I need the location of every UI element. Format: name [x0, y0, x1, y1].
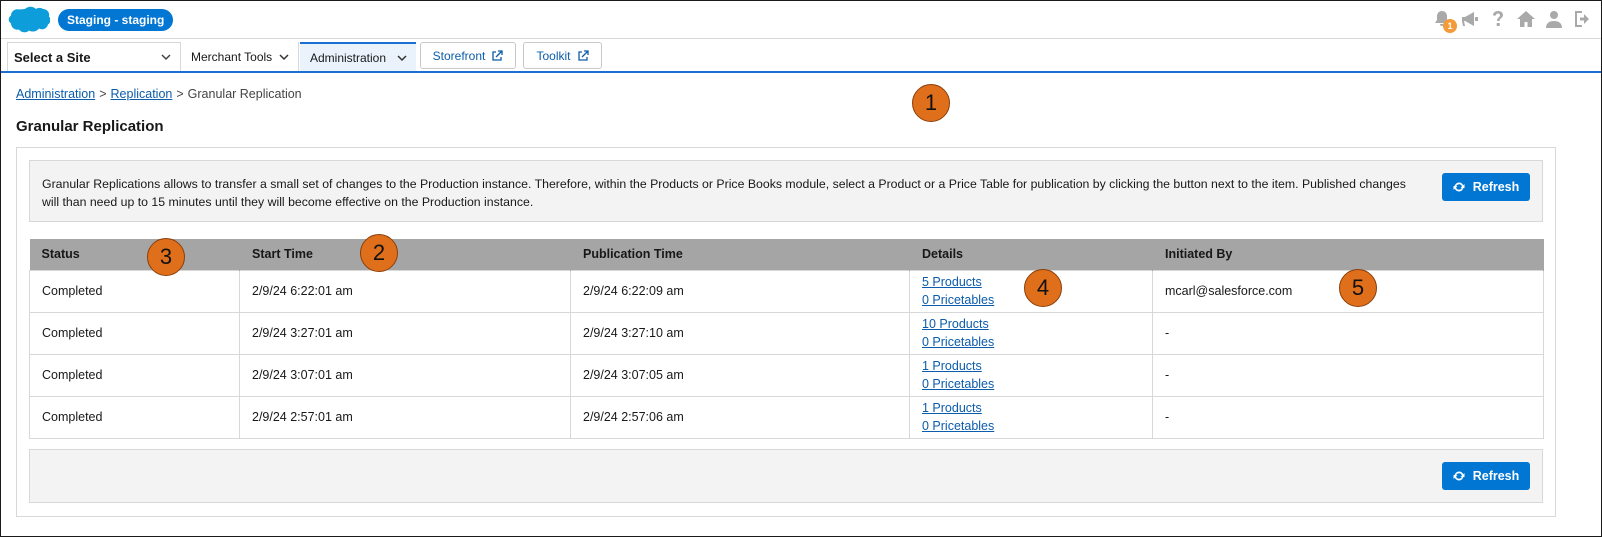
publication-time-cell: 2/9/24 6:22:09 am — [570, 269, 910, 313]
start-time-cell: 2/9/24 2:57:01 am — [239, 395, 571, 439]
toolkit-button[interactable]: Toolkit — [523, 42, 602, 69]
environment-badge[interactable]: Staging - staging — [58, 9, 174, 31]
help-icon[interactable] — [1487, 8, 1509, 30]
refresh-label: Refresh — [1472, 469, 1520, 483]
start-time-cell: 2/9/24 3:07:01 am — [239, 353, 571, 397]
publication-time-cell: 2/9/24 2:57:06 am — [570, 395, 910, 439]
tab-administration[interactable]: Administration — [300, 42, 416, 71]
tab-label: Administration — [310, 50, 387, 65]
start-time-cell: 2/9/24 6:22:01 am — [239, 269, 571, 313]
publication-time-cell: 2/9/24 3:27:10 am — [570, 311, 910, 355]
pricetables-link[interactable]: 0 Pricetables — [922, 333, 1152, 351]
table-row: Completed 2/9/24 6:22:01 am 2/9/24 6:22:… — [29, 269, 1544, 313]
top-bar: Staging - staging 1 — [1, 1, 1601, 39]
refresh-icon — [1453, 471, 1465, 481]
refresh-button-top[interactable]: Refresh — [1442, 173, 1530, 201]
breadcrumb-separator: > — [99, 87, 107, 101]
salesforce-cloud-icon[interactable] — [8, 5, 51, 35]
column-header-status: Status — [29, 239, 240, 270]
user-icon[interactable] — [1543, 8, 1565, 30]
bell-icon[interactable]: 1 — [1431, 8, 1457, 33]
breadcrumb-administration-link[interactable]: Administration — [16, 87, 95, 101]
callout-4: 4 — [1024, 269, 1062, 307]
breadcrumb: Administration > Replication > Granular … — [16, 87, 302, 101]
refresh-button-bottom[interactable]: Refresh — [1442, 462, 1530, 490]
external-link-icon — [577, 49, 589, 61]
site-select-label: Select a Site — [14, 49, 91, 65]
site-select-dropdown[interactable]: Select a Site — [7, 42, 181, 71]
column-header-initiated-by: Initiated By — [1152, 239, 1544, 270]
replication-panel: Granular Replications allows to transfer… — [16, 147, 1556, 517]
pricetables-link[interactable]: 0 Pricetables — [922, 417, 1152, 435]
initiated-by-cell: - — [1152, 395, 1544, 439]
storefront-button[interactable]: Storefront — [420, 42, 516, 69]
logout-icon[interactable] — [1571, 8, 1593, 30]
callout-2: 2 — [360, 234, 398, 272]
details-cell: 10 Products 0 Pricetables — [909, 311, 1153, 355]
callout-5: 5 — [1339, 269, 1377, 307]
status-cell: Completed — [29, 395, 240, 439]
initiated-by-cell: - — [1152, 311, 1544, 355]
table-header-row: Status Start Time Publication Time Detai… — [29, 239, 1544, 270]
footer-box: Refresh — [29, 449, 1543, 503]
home-icon[interactable] — [1515, 8, 1537, 30]
products-link[interactable]: 10 Products — [922, 315, 1152, 333]
status-cell: Completed — [29, 311, 240, 355]
app-window: Staging - staging 1 Select a Site Mercha… — [0, 0, 1602, 537]
chevron-down-icon — [397, 54, 407, 61]
table-row: Completed 2/9/24 2:57:01 am 2/9/24 2:57:… — [29, 395, 1544, 439]
pricetables-link[interactable]: 0 Pricetables — [922, 375, 1152, 393]
external-link-icon — [492, 49, 503, 61]
status-cell: Completed — [29, 269, 240, 313]
details-cell: 1 Products 0 Pricetables — [909, 395, 1153, 439]
publication-time-cell: 2/9/24 3:07:05 am — [570, 353, 910, 397]
refresh-icon — [1453, 182, 1465, 192]
breadcrumb-current: Granular Replication — [187, 87, 302, 101]
column-header-publication-time: Publication Time — [570, 239, 910, 270]
products-link[interactable]: 1 Products — [922, 399, 1152, 417]
start-time-cell: 2/9/24 3:27:01 am — [239, 311, 571, 355]
column-header-start-time: Start Time — [239, 239, 571, 270]
tab-label: Merchant Tools — [191, 49, 273, 64]
info-text: Granular Replications allows to transfer… — [42, 177, 1406, 209]
callout-3: 3 — [147, 238, 185, 276]
tab-merchant-tools[interactable]: Merchant Tools — [181, 42, 299, 71]
main-nav: Select a Site Merchant Tools Administrat… — [1, 40, 1601, 73]
megaphone-icon[interactable] — [1459, 8, 1481, 30]
toolkit-label: Toolkit — [536, 48, 571, 63]
info-box: Granular Replications allows to transfer… — [29, 160, 1543, 222]
storefront-label: Storefront — [432, 48, 486, 63]
page-title: Granular Replication — [16, 118, 164, 135]
notification-count-badge: 1 — [1443, 19, 1457, 33]
breadcrumb-separator: > — [176, 87, 184, 101]
chevron-down-icon — [279, 53, 289, 60]
column-header-details: Details — [909, 239, 1153, 270]
chevron-down-icon — [161, 54, 171, 61]
products-link[interactable]: 1 Products — [922, 357, 1152, 375]
callout-1: 1 — [912, 84, 950, 122]
replication-table: Status Start Time Publication Time Detai… — [29, 239, 1544, 439]
initiated-by-cell: - — [1152, 353, 1544, 397]
table-row: Completed 2/9/24 3:07:01 am 2/9/24 3:07:… — [29, 353, 1544, 397]
table-row: Completed 2/9/24 3:27:01 am 2/9/24 3:27:… — [29, 311, 1544, 355]
refresh-label: Refresh — [1472, 180, 1520, 194]
utility-icons: 1 — [1431, 8, 1593, 33]
details-cell: 1 Products 0 Pricetables — [909, 353, 1153, 397]
status-cell: Completed — [29, 353, 240, 397]
breadcrumb-replication-link[interactable]: Replication — [111, 87, 173, 101]
